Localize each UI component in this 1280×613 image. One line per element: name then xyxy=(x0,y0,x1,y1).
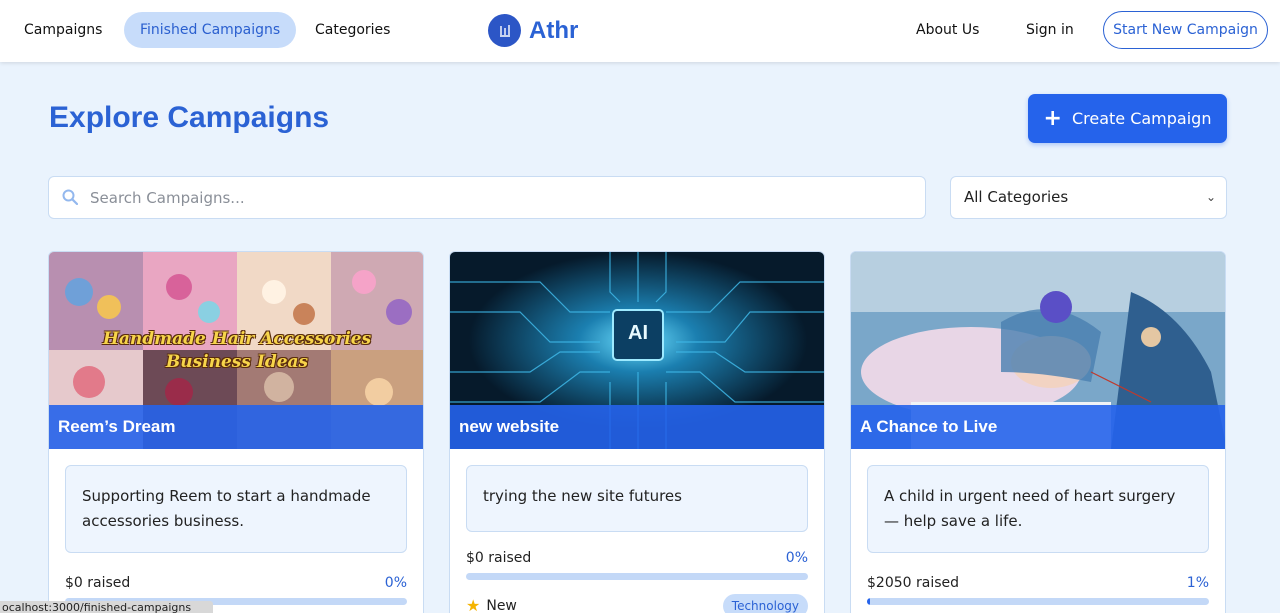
nav-finished-campaigns[interactable]: Finished Campaigns xyxy=(124,12,297,48)
raised-row: $0 raised 0% xyxy=(466,550,808,566)
page-title: Explore Campaigns xyxy=(49,101,330,134)
search-input[interactable] xyxy=(90,177,910,218)
raised-row: $2050 raised 1% xyxy=(867,575,1209,591)
campaign-title[interactable]: Reem’s Dream xyxy=(49,405,423,449)
campaign-description: trying the new site futures xyxy=(466,465,808,532)
campaign-description: Supporting Reem to start a handmade acce… xyxy=(65,465,407,553)
campaign-card[interactable]: Handmade Hair Accessories Business Ideas… xyxy=(48,251,424,613)
progress-bar xyxy=(867,598,1209,605)
start-new-campaign-button[interactable]: Start New Campaign xyxy=(1103,11,1268,49)
raised-amount: $2050 raised xyxy=(867,575,960,591)
campaign-card[interactable]: AI new website trying the new site futur… xyxy=(449,251,825,613)
campaign-title[interactable]: A Chance to Live xyxy=(851,405,1225,449)
progress-fill xyxy=(867,598,871,605)
top-navbar: Campaigns Finished Campaigns Categories … xyxy=(0,0,1280,62)
search-box xyxy=(48,176,926,219)
raised-amount: $0 raised xyxy=(65,575,131,591)
nav-sign-in[interactable]: Sign in xyxy=(1010,12,1090,48)
image-caption: AI xyxy=(628,322,648,344)
new-badge: ★ New xyxy=(466,596,517,613)
search-icon xyxy=(62,189,78,205)
image-caption: Handmade Hair Accessories Business Ideas xyxy=(49,328,423,374)
nav-categories[interactable]: Categories xyxy=(299,12,406,48)
nav-campaigns[interactable]: Campaigns xyxy=(8,12,118,48)
campaign-description: A child in urgent need of heart surgery … xyxy=(867,465,1209,553)
browser-status-url: ocalhost:3000/finished-campaigns xyxy=(0,601,213,613)
image-caption-line-2: Business Ideas xyxy=(165,352,309,372)
campaign-card[interactable]: A Chance to Live A child in urgent need … xyxy=(850,251,1226,613)
category-select[interactable]: All Categories ⌄ xyxy=(950,176,1227,219)
nav-about-us[interactable]: About Us xyxy=(900,12,995,48)
brand-logo[interactable]: Athr xyxy=(488,14,578,47)
campaign-title[interactable]: new website xyxy=(450,405,824,449)
chevron-down-icon: ⌄ xyxy=(1205,190,1216,204)
raised-percent: 0% xyxy=(785,550,808,566)
brand-name: Athr xyxy=(529,16,579,44)
category-tag[interactable]: Technology xyxy=(722,594,808,613)
category-select-value: All Categories xyxy=(964,188,1069,206)
logo-icon xyxy=(488,14,521,47)
raised-percent: 0% xyxy=(384,575,407,591)
new-badge-label: New xyxy=(486,597,517,613)
create-campaign-button[interactable]: + Create Campaign xyxy=(1028,94,1227,143)
raised-percent: 1% xyxy=(1186,575,1209,591)
image-caption-line-1: Handmade Hair Accessories xyxy=(102,329,372,349)
progress-bar xyxy=(466,573,808,580)
raised-amount: $0 raised xyxy=(466,550,532,566)
star-icon: ★ xyxy=(466,596,481,613)
plus-icon: + xyxy=(1043,105,1062,131)
create-campaign-label: Create Campaign xyxy=(1071,109,1212,128)
raised-row: $0 raised 0% xyxy=(65,575,407,591)
